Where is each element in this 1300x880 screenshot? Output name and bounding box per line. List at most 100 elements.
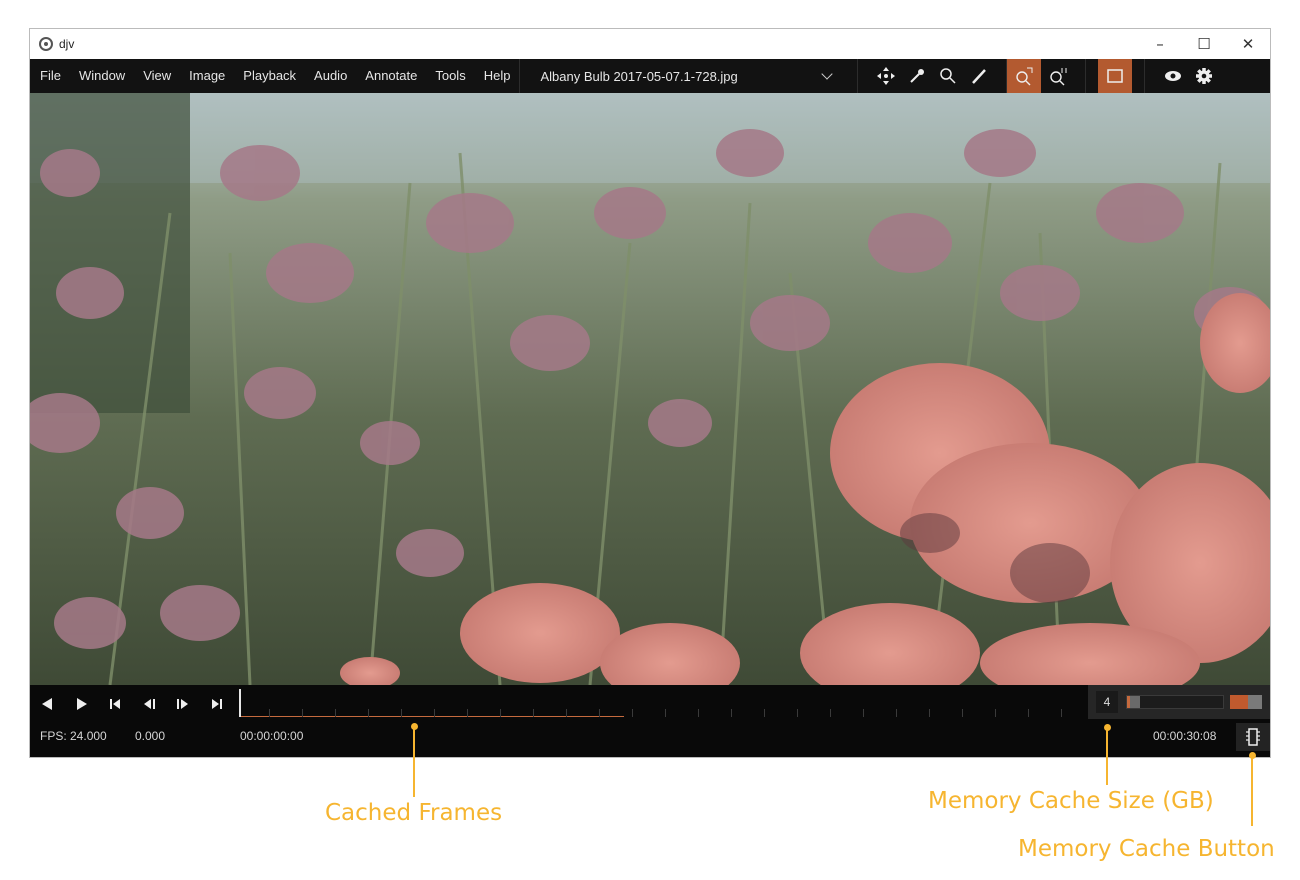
- color-picker-button[interactable]: [901, 59, 932, 93]
- zoom-fit-button[interactable]: [1007, 59, 1042, 93]
- memory-cache-button-callout: Memory Cache Button: [1018, 836, 1275, 862]
- end-time: 00:00:30:08: [1153, 729, 1217, 743]
- menu-annotate[interactable]: Annotate: [356, 59, 426, 93]
- menu-bar: File Window View Image Playback Audio An…: [30, 59, 1270, 93]
- color-picker-icon: [910, 69, 924, 83]
- magnifier-button[interactable]: [932, 59, 963, 93]
- chevron-down-icon: [821, 68, 834, 80]
- go-to-end-button[interactable]: [204, 693, 230, 715]
- play-reverse-icon: [42, 698, 52, 710]
- memory-cache-button-callout-line: [1251, 756, 1253, 826]
- settings-button[interactable]: [1188, 59, 1219, 93]
- annotate-pen-button[interactable]: [963, 59, 994, 93]
- memory-cache-size-callout-line: [1106, 728, 1108, 785]
- timeline-tick: [500, 709, 501, 717]
- timeline-tick: [830, 709, 831, 717]
- timeline-tick: [335, 709, 336, 717]
- timeline-tick: [566, 709, 567, 717]
- toolbar-separator: [1085, 59, 1087, 93]
- timeline-tick: [665, 709, 666, 717]
- menu-audio[interactable]: Audio: [305, 59, 356, 93]
- memory-cache-size-field[interactable]: 4: [1096, 691, 1118, 713]
- playback-speed: 0.000: [135, 729, 166, 743]
- frame-view-icon: [1107, 69, 1124, 83]
- timeline-tick: [368, 709, 369, 717]
- close-button[interactable]: ✕: [1226, 29, 1270, 59]
- memory-cache-usage-bar: [1126, 695, 1224, 709]
- memory-cache-indicator-fill: [1230, 695, 1248, 709]
- maximize-button[interactable]: ☐: [1182, 29, 1226, 59]
- frame-view-button[interactable]: [1098, 59, 1133, 93]
- move-tool-button[interactable]: [870, 59, 901, 93]
- timeline-tick: [533, 709, 534, 717]
- timeline-tick: [995, 709, 996, 717]
- timeline-tick: [1028, 709, 1029, 717]
- timeline-tick: [863, 709, 864, 717]
- zoom-reset-icon: [1050, 68, 1067, 86]
- step-forward-button[interactable]: [170, 693, 196, 715]
- timeline-tick: [731, 709, 732, 717]
- playhead[interactable]: [239, 689, 241, 717]
- timeline-tick: [896, 709, 897, 717]
- timeline-tick: [632, 709, 633, 717]
- image-viewer[interactable]: [30, 93, 1270, 685]
- menu-playback[interactable]: Playback: [234, 59, 305, 93]
- cached-frames-callout-line: [413, 727, 415, 797]
- timeline-tick: [302, 709, 303, 717]
- timeline-scrubber[interactable]: [239, 689, 1115, 717]
- step-back-button[interactable]: [136, 693, 162, 715]
- timeline-tick: [434, 709, 435, 717]
- memory-cache-size-callout: Memory Cache Size (GB): [928, 788, 1214, 814]
- timeline-tick: [467, 709, 468, 717]
- timeline-panel: FPS: 24.000 0.000 00:00:00:00 00:00:30:0…: [30, 685, 1270, 757]
- zoom-reset-button[interactable]: [1041, 59, 1075, 93]
- window-controls: – ☐ ✕: [1138, 29, 1270, 59]
- memory-cache-button[interactable]: [1236, 723, 1270, 751]
- cached-frames-callout: Cached Frames: [325, 800, 503, 826]
- timeline-tick: [269, 709, 270, 717]
- menu-tools[interactable]: Tools: [426, 59, 474, 93]
- go-to-end-icon: [212, 699, 222, 709]
- view-options-button[interactable]: [1157, 59, 1188, 93]
- annotate-pen-icon: [972, 69, 986, 84]
- play-forward-button[interactable]: [69, 693, 95, 715]
- timeline-tick: [698, 709, 699, 717]
- play-reverse-button[interactable]: [34, 693, 60, 715]
- current-file-dropdown[interactable]: Albany Bulb 2017-05-07.1-728.jpg: [520, 59, 857, 93]
- memory-cache-panel: 4: [1088, 685, 1270, 719]
- step-forward-icon: [177, 699, 188, 709]
- timeline-tick: [797, 709, 798, 717]
- menu-window[interactable]: Window: [70, 59, 134, 93]
- current-file-name: Albany Bulb 2017-05-07.1-728.jpg: [540, 68, 738, 84]
- app-title: djv: [59, 37, 75, 51]
- current-time: 00:00:00:00: [240, 729, 304, 743]
- go-to-start-icon: [110, 699, 120, 709]
- toolbar-separator: [857, 59, 859, 93]
- eye-icon: [1164, 71, 1181, 81]
- timeline-tick: [1061, 709, 1062, 717]
- timeline-tick: [401, 709, 402, 717]
- menu-view[interactable]: View: [134, 59, 180, 93]
- djv-logo-icon: [39, 37, 53, 51]
- timeline-tick: [599, 709, 600, 717]
- step-back-icon: [144, 699, 155, 709]
- timeline-tick: [764, 709, 765, 717]
- menu-help[interactable]: Help: [475, 59, 520, 93]
- menu-image[interactable]: Image: [180, 59, 234, 93]
- play-forward-icon: [77, 698, 87, 710]
- wildflowers-photo: [30, 93, 1270, 685]
- memory-cache-indicator: [1230, 695, 1262, 709]
- settings-gear-icon: [1195, 68, 1212, 84]
- menu-file[interactable]: File: [30, 59, 70, 93]
- magnifier-icon: [940, 68, 956, 84]
- memory-cache-usage-accent: [1127, 696, 1130, 708]
- timeline-tick: [929, 709, 930, 717]
- title-bar: djv – ☐ ✕: [30, 29, 1270, 59]
- toolbar-separator: [1144, 59, 1146, 93]
- fps-label: FPS: 24.000: [40, 729, 107, 743]
- go-to-start-button[interactable]: [102, 693, 128, 715]
- minimize-button[interactable]: –: [1138, 29, 1182, 59]
- move-icon: [876, 67, 895, 85]
- timeline-tick: [962, 709, 963, 717]
- memory-chip-icon: [1246, 728, 1260, 746]
